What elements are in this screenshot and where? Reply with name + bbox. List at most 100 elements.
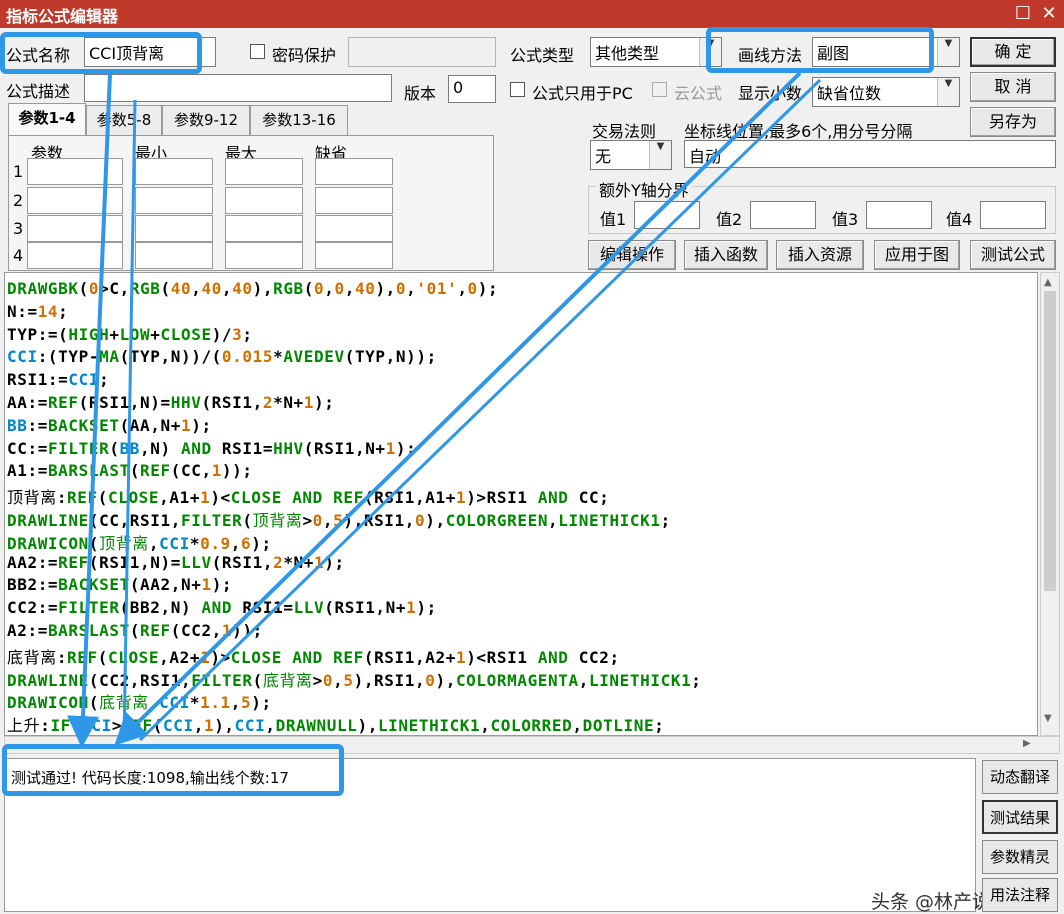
param-min-input[interactable] (135, 187, 213, 214)
param-row-num: 3 (13, 219, 24, 238)
param-min-input[interactable] (135, 215, 213, 242)
formula-desc-input[interactable] (84, 74, 392, 102)
test-formula-button[interactable]: 测试公式 (970, 240, 1056, 270)
param-name-input[interactable] (27, 215, 123, 242)
code-line: DRAWLINE(CC,RSI1,FILTER(顶背离>0,5),RSI1,0)… (7, 511, 671, 530)
chevron-down-icon: ▼ (937, 38, 959, 66)
code-line: DRAWGBK(0>C,RGB(40,40,40),RGB(0,0,40),0,… (7, 279, 499, 298)
title-bar: 指标公式编辑器 ☐ ✕ (0, 0, 1064, 28)
test-result-button[interactable]: 测试结果 (982, 800, 1058, 834)
save-as-button[interactable]: 另存为 (970, 107, 1056, 137)
scroll-right-icon[interactable]: ▶ (1023, 738, 1031, 749)
cloud-checkbox (652, 82, 667, 97)
formula-type-label: 公式类型 (510, 46, 575, 65)
trade-rule-label: 交易法则 (592, 122, 657, 141)
tab-params-13-16[interactable]: 参数13-16 (250, 105, 348, 135)
insert-resource-button[interactable]: 插入资源 (776, 240, 864, 270)
restore-icon[interactable]: ☐ (1012, 3, 1034, 25)
highlight-box-draw (706, 27, 934, 73)
code-line: DRAWLINE(CC2,RSI1,FILTER(底背离>0,5),RSI1,0… (7, 670, 702, 690)
code-line: 顶背离:REF(CLOSE,A1+1)<CLOSE AND REF(RSI1,A… (7, 488, 610, 508)
yaxis-value3-input[interactable] (866, 201, 932, 229)
decimals-select[interactable]: 缺省位数 ▼ (812, 77, 960, 107)
code-line: A1:=BARSLAST(REF(CC,1)); (7, 461, 253, 481)
param-min-input[interactable] (135, 158, 213, 185)
code-line: A2:=BARSLAST(REF(CC2,1)); (7, 621, 263, 640)
yaxis-value2-input[interactable] (750, 201, 816, 229)
code-line: 上升:IF(CCI>REF(CCI,1),CCI,DRAWNULL),LINET… (7, 716, 665, 736)
password-checkbox[interactable] (250, 44, 265, 59)
cloud-label: 云公式 (674, 84, 723, 103)
yaxis-value1-input[interactable] (634, 201, 700, 229)
ok-button[interactable]: 确 定 (970, 37, 1056, 67)
chevron-down-icon: ▼ (937, 78, 959, 106)
code-line: CC2:=FILTER(BB2,N) AND RSI1=LLV(RSI1,N+1… (7, 598, 437, 618)
usage-notes-button[interactable]: 用法注释 (982, 878, 1058, 912)
param-max-input[interactable] (225, 158, 303, 185)
trade-rule-value: 无 (595, 147, 612, 166)
code-line: DRAWICON(顶背离,CCI*0.9,6); (7, 533, 272, 553)
password-input (348, 37, 496, 67)
formula-type-select[interactable]: 其他类型 ▼ (590, 37, 722, 67)
param-max-input[interactable] (225, 215, 303, 242)
param-wizard-button[interactable]: 参数精灵 (982, 840, 1058, 874)
vertical-scrollbar[interactable]: ▲ ▼ (1040, 272, 1060, 736)
code-line: AA:=REF(RSI1,N)=HHV(RSI1,2*N+1); (7, 393, 335, 412)
coord-label: 坐标线位置,最多6个,用分号分隔 (684, 122, 913, 141)
param-row-num: 2 (13, 191, 24, 210)
watermark: 头条 @林产说 (871, 891, 992, 913)
pc-only-label: 公式只用于PC (532, 84, 633, 103)
highlight-box-status (2, 744, 344, 796)
version-input[interactable]: 0 (448, 75, 496, 103)
param-default-input[interactable] (315, 242, 393, 269)
param-default-input[interactable] (315, 158, 393, 185)
version-label: 版本 (404, 84, 437, 103)
param-min-input[interactable] (135, 242, 213, 269)
param-default-input[interactable] (315, 187, 393, 214)
pc-only-checkbox[interactable] (510, 82, 525, 97)
chevron-down-icon: ▼ (649, 141, 671, 169)
code-line: BB2:=BACKSET(AA2,N+1); (7, 575, 233, 595)
code-line: TYP:=(HIGH+LOW+CLOSE)/3; (7, 324, 253, 344)
scroll-down-icon[interactable]: ▼ (1044, 713, 1052, 724)
param-name-input[interactable] (27, 242, 123, 269)
param-row-num: 1 (13, 162, 24, 181)
code-line: AA2:=REF(RSI1,N)=LLV(RSI1,2*N+1); (7, 552, 345, 572)
formula-desc-label: 公式描述 (6, 82, 71, 101)
code-line: CC:=FILTER(BB,N) AND RSI1=HHV(RSI1,N+1); (7, 438, 417, 458)
trade-rule-select[interactable]: 无 ▼ (590, 140, 672, 170)
param-max-input[interactable] (225, 242, 303, 269)
param-name-input[interactable] (27, 158, 123, 185)
tab-params-1-4[interactable]: 参数1-4 (8, 103, 86, 135)
param-name-input[interactable] (27, 187, 123, 214)
param-max-input[interactable] (225, 187, 303, 214)
apply-to-chart-button[interactable]: 应用于图 (874, 240, 960, 270)
yaxis-value4-input[interactable] (980, 201, 1046, 229)
param-row-num: 4 (13, 246, 24, 265)
decimals-value: 缺省位数 (817, 84, 882, 103)
close-icon[interactable]: ✕ (1038, 3, 1060, 25)
cancel-button[interactable]: 取 消 (970, 72, 1056, 102)
tab-params-9-12[interactable]: 参数9-12 (162, 105, 250, 135)
coord-input[interactable]: 自动 (684, 140, 1056, 168)
code-line: 底背离:REF(CLOSE,A2+1)>CLOSE AND REF(RSI1,A… (7, 647, 620, 667)
param-default-input[interactable] (315, 215, 393, 242)
yaxis-value4-label: 值4 (946, 210, 973, 229)
code-line: BB:=BACKSET(AA,N+1); (7, 415, 212, 435)
insert-function-button[interactable]: 插入函数 (684, 240, 768, 270)
code-line: N:=14; (7, 301, 69, 321)
code-editor[interactable]: DRAWGBK(0>C,RGB(40,40,40),RGB(0,0,40),0,… (4, 272, 1038, 736)
params-panel: 参数 最小 最大 缺省 1 2 3 4 (8, 135, 494, 271)
tab-params-5-8[interactable]: 参数5-8 (86, 105, 162, 135)
code-line: CCI:(TYP-MA(TYP,N))/(0.015*AVEDEV(TYP,N)… (7, 347, 437, 367)
scroll-thumb[interactable] (1044, 291, 1056, 591)
scroll-up-icon[interactable]: ▲ (1044, 277, 1052, 288)
decimals-label: 显示小数 (738, 84, 803, 103)
yaxis-value1-label: 值1 (600, 210, 627, 229)
window-title: 指标公式编辑器 (6, 7, 119, 26)
yaxis-value2-label: 值2 (716, 210, 743, 229)
code-line: DRAWICON(底背离,CCI*1.1,5); (7, 693, 272, 713)
dynamic-translate-button[interactable]: 动态翻译 (982, 760, 1058, 794)
edit-operation-button[interactable]: 编辑操作 (588, 240, 676, 270)
highlight-box-name (0, 32, 202, 74)
